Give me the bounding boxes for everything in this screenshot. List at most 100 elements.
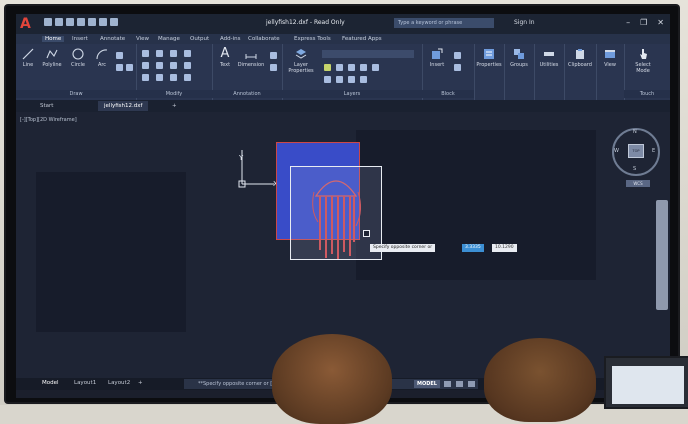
layer-delete-icon[interactable] bbox=[360, 76, 367, 83]
tab-add-ins[interactable]: Add-ins bbox=[220, 36, 241, 42]
tab-layout2[interactable]: Layout2 bbox=[108, 380, 130, 386]
file-tab-jellyfish[interactable]: jellyfish12.dxf bbox=[98, 101, 149, 111]
tab-model[interactable]: Model bbox=[42, 380, 59, 386]
tab-output[interactable]: Output bbox=[190, 36, 209, 42]
viewcube[interactable]: N S E W TOP bbox=[612, 128, 660, 176]
app-logo-icon[interactable]: A bbox=[20, 16, 36, 32]
rotate-icon[interactable] bbox=[156, 50, 163, 57]
navigation-bar[interactable] bbox=[656, 200, 668, 310]
properties-tool-label: Properties bbox=[476, 62, 502, 68]
snap-icon[interactable] bbox=[456, 381, 463, 387]
polyline-tool[interactable]: Polyline bbox=[40, 48, 64, 68]
create-block-icon[interactable] bbox=[454, 52, 461, 59]
gradient-icon[interactable] bbox=[126, 64, 133, 71]
save-as-icon[interactable] bbox=[77, 18, 85, 26]
rectangle-icon[interactable] bbox=[116, 52, 123, 59]
layer-freeze-icon[interactable] bbox=[336, 64, 343, 71]
circle-tool[interactable]: Circle bbox=[68, 48, 88, 68]
dynamic-input-x[interactable]: 3.3335 bbox=[462, 244, 484, 252]
tab-home[interactable]: Home bbox=[42, 36, 65, 42]
hatch-icon[interactable] bbox=[116, 64, 123, 71]
layer-match-icon[interactable] bbox=[372, 64, 379, 71]
file-tab-start[interactable]: Start bbox=[34, 101, 59, 111]
tab-annotate[interactable]: Annotate bbox=[100, 36, 125, 42]
wcs-menu[interactable]: WCS bbox=[626, 180, 650, 187]
tab-layout1[interactable]: Layout1 bbox=[74, 380, 96, 386]
grid-icon[interactable] bbox=[444, 381, 451, 387]
save-icon[interactable] bbox=[66, 18, 74, 26]
leader-icon[interactable] bbox=[270, 52, 277, 59]
undo-icon[interactable] bbox=[99, 18, 107, 26]
viewport-label[interactable]: [-][Top][2D Wireframe] bbox=[20, 117, 77, 123]
utilities-tool[interactable]: Utilities bbox=[536, 48, 562, 68]
viewcube-east[interactable]: E bbox=[652, 148, 655, 154]
view-icon bbox=[605, 50, 615, 58]
erase-icon[interactable] bbox=[184, 50, 191, 57]
select-mode-tool[interactable]: Select Mode bbox=[628, 48, 658, 74]
tab-express-tools[interactable]: Express Tools bbox=[294, 36, 331, 42]
offset-icon[interactable] bbox=[184, 74, 191, 81]
edit-block-icon[interactable] bbox=[454, 64, 461, 71]
dimension-tool[interactable]: Dimension bbox=[236, 48, 266, 68]
annotation-panel-title[interactable]: Annotation bbox=[212, 90, 282, 98]
model-space-button[interactable]: MODEL bbox=[414, 380, 440, 388]
layer-iso-icon[interactable] bbox=[360, 64, 367, 71]
minimize-icon[interactable]: – bbox=[626, 18, 630, 27]
layer-properties-tool[interactable]: Layer Properties bbox=[286, 48, 316, 74]
viewcube-south[interactable]: S bbox=[633, 166, 636, 172]
close-icon[interactable]: ✕ bbox=[657, 18, 664, 27]
viewcube-north[interactable]: N bbox=[633, 129, 637, 135]
view-tool[interactable]: View bbox=[598, 48, 622, 68]
array-icon[interactable] bbox=[170, 74, 177, 81]
touch-panel-title[interactable]: Touch bbox=[624, 90, 670, 98]
restore-icon[interactable]: ❐ bbox=[640, 18, 647, 27]
properties-tool[interactable]: Properties bbox=[476, 48, 502, 68]
block-panel-title[interactable]: Block bbox=[422, 90, 474, 98]
explode-icon[interactable] bbox=[184, 62, 191, 69]
add-layout-icon[interactable]: + bbox=[138, 380, 143, 386]
table-icon[interactable] bbox=[270, 64, 277, 71]
selection-window[interactable] bbox=[290, 166, 382, 260]
line-tool[interactable]: Line bbox=[18, 48, 38, 68]
viewcube-west[interactable]: W bbox=[614, 148, 619, 154]
arc-tool[interactable]: Arc bbox=[92, 48, 112, 68]
clipboard-tool[interactable]: Clipboard bbox=[566, 48, 594, 68]
layer-lock-icon[interactable] bbox=[348, 64, 355, 71]
print-icon[interactable] bbox=[88, 18, 96, 26]
layer-walk-icon[interactable] bbox=[336, 76, 343, 83]
modify-panel-title[interactable]: Modify bbox=[136, 90, 212, 98]
dynamic-input-prompt: Specify opposite corner or bbox=[370, 244, 436, 252]
search-input[interactable]: Type a keyword or phrase bbox=[394, 18, 494, 28]
tab-insert[interactable]: Insert bbox=[72, 36, 88, 42]
dynamic-input-y[interactable]: 10.1290 bbox=[492, 244, 517, 252]
trim-icon[interactable] bbox=[170, 50, 177, 57]
tab-collaborate[interactable]: Collaborate bbox=[248, 36, 280, 42]
groups-tool[interactable]: Groups bbox=[506, 48, 532, 68]
layer-previous-icon[interactable] bbox=[324, 76, 331, 83]
ortho-icon[interactable] bbox=[468, 381, 475, 387]
copy-icon[interactable] bbox=[142, 62, 149, 69]
insert-tool[interactable]: Insert bbox=[426, 48, 448, 68]
cursor-grip[interactable] bbox=[363, 230, 370, 237]
layer-merge-icon[interactable] bbox=[348, 76, 355, 83]
sign-in-link[interactable]: Sign In bbox=[514, 19, 535, 26]
viewcube-top-face[interactable]: TOP bbox=[628, 144, 644, 158]
text-tool[interactable]: A Text bbox=[216, 47, 234, 68]
tab-manage[interactable]: Manage bbox=[158, 36, 180, 42]
layer-dropdown[interactable] bbox=[322, 50, 414, 58]
move-icon[interactable] bbox=[142, 50, 149, 57]
layers-panel-title[interactable]: Layers bbox=[282, 90, 422, 98]
redo-icon[interactable] bbox=[110, 18, 118, 26]
open-file-icon[interactable] bbox=[55, 18, 63, 26]
stretch-icon[interactable] bbox=[142, 74, 149, 81]
fillet-icon[interactable] bbox=[170, 62, 177, 69]
new-file-icon[interactable] bbox=[44, 18, 52, 26]
groups-tool-label: Groups bbox=[510, 62, 528, 68]
new-tab-icon[interactable]: + bbox=[166, 101, 183, 111]
tab-view[interactable]: View bbox=[136, 36, 149, 42]
mirror-icon[interactable] bbox=[156, 62, 163, 69]
tab-featured-apps[interactable]: Featured Apps bbox=[342, 36, 382, 42]
layer-on-icon[interactable] bbox=[324, 64, 331, 71]
scale-icon[interactable] bbox=[156, 74, 163, 81]
draw-panel-title[interactable]: Draw bbox=[16, 90, 136, 98]
